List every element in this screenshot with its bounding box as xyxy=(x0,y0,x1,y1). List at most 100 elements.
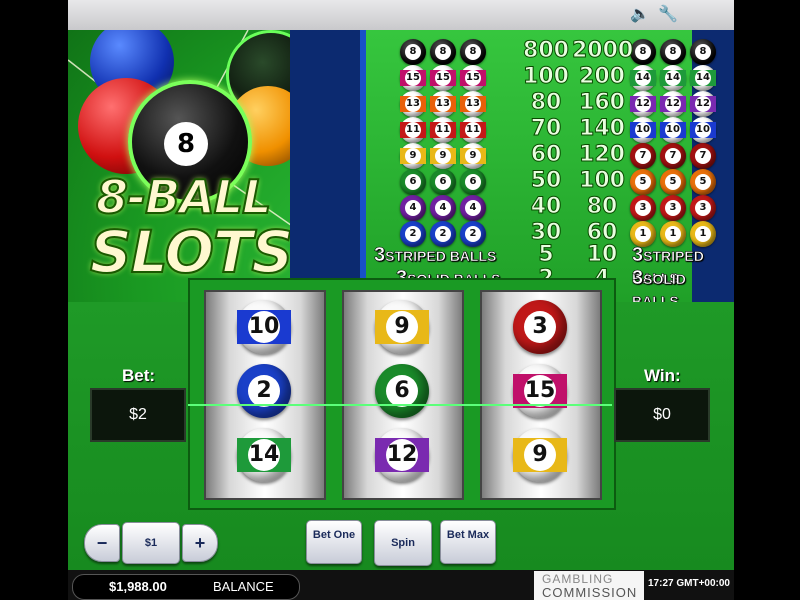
paytable-ball-right-1-0: 14 xyxy=(630,65,656,91)
reel-ball: 3 xyxy=(513,300,567,354)
paytable-ball-left-0-1: 8 xyxy=(430,39,456,65)
paytable-ball-left-2-0: 13 xyxy=(400,91,426,117)
paytable-ball-number: 8 xyxy=(695,44,711,60)
paytable-ball-right-2-2: 12 xyxy=(690,91,716,117)
paytable-ball-right-5-0: 5 xyxy=(630,169,656,195)
balance-box: $1,988.00 BALANCE xyxy=(72,574,300,600)
paytable-ball-number: 4 xyxy=(435,200,451,216)
paytable-ball-right-6-0: 3 xyxy=(630,195,656,221)
paytable-ball-left-3-1: 11 xyxy=(430,117,456,143)
paytable-ball-number: 3 xyxy=(695,200,711,216)
paytable-ball-number: 8 xyxy=(435,44,451,60)
paytable-ball-number: 10 xyxy=(665,122,681,138)
paytable-ball-number: 9 xyxy=(435,148,451,164)
reel-2: 9 6 12 xyxy=(342,290,464,500)
paytable-pay-high-5: 100 xyxy=(579,168,626,194)
win-display: $0 xyxy=(614,388,710,442)
clock-readout: 17:27 GMT+00:00 xyxy=(648,578,730,589)
paytable-ball-left-3-0: 11 xyxy=(400,117,426,143)
bet-one-button[interactable]: Bet One xyxy=(306,520,362,564)
paytable: 8 8 8 8 8 8 800 2000 15 15 15 14 14 14 100 200 13 13 13 12 1… xyxy=(290,30,734,309)
paytable-ball-right-0-2: 8 xyxy=(690,39,716,65)
paytable-ball-right-6-1: 3 xyxy=(660,195,686,221)
paytable-ball-number: 12 xyxy=(635,96,651,112)
paytable-ball-left-1-1: 15 xyxy=(430,65,456,91)
paytable-pay-high-0: 2000 xyxy=(572,38,634,64)
paytable-ball-number: 10 xyxy=(695,122,711,138)
paytable-pay-low-4: 60 xyxy=(530,142,562,168)
striped-pay2: 10 xyxy=(586,242,618,268)
reel-ball: 15 xyxy=(513,364,567,418)
paytable-ball-number: 3 xyxy=(665,200,681,216)
paytable-ball-number: 14 xyxy=(665,70,681,86)
paytable-ball-left-5-1: 6 xyxy=(430,169,456,195)
paytable-ball-number: 14 xyxy=(695,70,711,86)
paytable-ball-number: 2 xyxy=(435,226,451,242)
paytable-ball-right-4-0: 7 xyxy=(630,143,656,169)
reel-ball: 9 xyxy=(375,300,429,354)
paytable-ball-number: 8 xyxy=(635,44,651,60)
paytable-ball-left-2-1: 13 xyxy=(430,91,456,117)
paytable-ball-number: 15 xyxy=(405,70,421,86)
reel-ball-number: 14 xyxy=(248,439,280,471)
paytable-ball-right-5-1: 5 xyxy=(660,169,686,195)
paytable-ball-left-2-2: 13 xyxy=(460,91,486,117)
paytable-ball-right-3-2: 10 xyxy=(690,117,716,143)
coin-value-button[interactable]: $1 xyxy=(122,522,180,564)
striped-pay1: 5 xyxy=(538,242,554,268)
paytable-ball-right-2-1: 12 xyxy=(660,91,686,117)
paytable-ball-number: 7 xyxy=(635,148,651,164)
reel-ball-number: 9 xyxy=(386,311,418,343)
reel-1: 10 2 14 xyxy=(204,290,326,500)
paytable-ball-number: 2 xyxy=(465,226,481,242)
paytable-ball-left-1-2: 15 xyxy=(460,65,486,91)
spin-button[interactable]: Spin xyxy=(374,520,432,566)
paytable-ball-left-4-1: 9 xyxy=(430,143,456,169)
paytable-ball-right-1-1: 14 xyxy=(660,65,686,91)
paytable-pay-low-1: 100 xyxy=(523,64,570,90)
reel-ball-number: 2 xyxy=(248,375,280,407)
paytable-ball-left-1-0: 15 xyxy=(400,65,426,91)
paytable-ball-number: 13 xyxy=(435,96,451,112)
paytable-ball-number: 8 xyxy=(405,44,421,60)
paytable-ball-right-6-2: 3 xyxy=(690,195,716,221)
reel-ball-number: 12 xyxy=(386,439,418,471)
reel-ball: 2 xyxy=(237,364,291,418)
paytable-ball-left-4-2: 9 xyxy=(460,143,486,169)
reel-ball: 9 xyxy=(513,428,567,482)
paytable-ball-number: 6 xyxy=(465,174,481,190)
wrench-icon[interactable]: 🔧 xyxy=(658,6,678,24)
paytable-ball-number: 9 xyxy=(405,148,421,164)
striped-count-left: 3 xyxy=(374,244,386,267)
increase-coin-button[interactable]: + xyxy=(182,524,218,562)
paytable-ball-right-0-1: 8 xyxy=(660,39,686,65)
paytable-ball-number: 5 xyxy=(665,174,681,190)
balance-value: $1,988.00 xyxy=(109,579,167,594)
paytable-pay-high-6: 80 xyxy=(586,194,618,220)
paytable-ball-right-3-1: 10 xyxy=(660,117,686,143)
payline xyxy=(188,404,612,406)
gc-line2: COMMISSION xyxy=(542,585,638,600)
paytable-pay-high-4: 120 xyxy=(579,142,626,168)
top-toolbar: 🔈 🔧 xyxy=(68,0,734,30)
bet-max-button[interactable]: Bet Max xyxy=(440,520,496,564)
speaker-icon[interactable]: 🔈 xyxy=(630,6,650,24)
paytable-ball-number: 10 xyxy=(635,122,651,138)
logo-line2: SLOTS xyxy=(89,217,294,287)
reel-ball-number: 3 xyxy=(524,311,556,343)
paytable-ball-right-4-2: 7 xyxy=(690,143,716,169)
paytable-ball-left-5-2: 6 xyxy=(460,169,486,195)
decrease-coin-button[interactable]: − xyxy=(84,524,120,562)
paytable-ball-number: 8 xyxy=(665,44,681,60)
paytable-ball-number: 12 xyxy=(665,96,681,112)
reel-ball-number: 6 xyxy=(386,375,418,407)
bet-label: Bet: xyxy=(122,366,156,385)
reel-ball: 10 xyxy=(237,300,291,354)
paytable-ball-left-4-0: 9 xyxy=(400,143,426,169)
solid-count-right: 3 xyxy=(632,267,644,290)
paytable-pay-high-2: 160 xyxy=(579,90,626,116)
paytable-ball-left-6-1: 4 xyxy=(430,195,456,221)
paytable-ball-left-0-0: 8 xyxy=(400,39,426,65)
paytable-ball-right-5-2: 5 xyxy=(690,169,716,195)
striped-label-left: STRIPED BALLS xyxy=(385,248,497,265)
